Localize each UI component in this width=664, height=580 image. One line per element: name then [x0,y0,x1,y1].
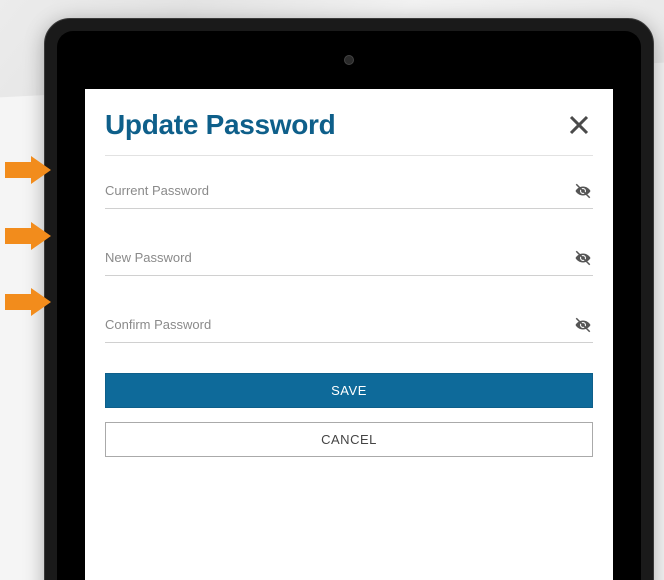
confirm-password-field [105,308,593,343]
toggle-visibility-new[interactable] [573,248,593,268]
dialog-title: Update Password [105,109,335,141]
new-password-field [105,241,593,276]
toggle-visibility-confirm[interactable] [573,315,593,335]
current-password-input[interactable] [105,183,563,198]
tablet-frame: Update Password [44,18,654,580]
current-password-field [105,174,593,209]
update-password-dialog: Update Password [85,89,613,457]
close-icon [567,113,591,137]
confirm-password-input[interactable] [105,317,563,332]
cancel-button[interactable]: CANCEL [105,422,593,457]
save-button[interactable]: SAVE [105,373,593,408]
tablet-screen: Update Password [85,89,613,580]
toggle-visibility-current[interactable] [573,181,593,201]
eye-off-icon [574,182,592,200]
annotation-arrow-2 [5,222,55,250]
eye-off-icon [574,316,592,334]
dialog-header: Update Password [105,109,593,156]
tablet-camera [344,55,354,65]
annotation-arrow-1 [5,156,55,184]
close-button[interactable] [565,111,593,139]
new-password-input[interactable] [105,250,563,265]
dialog-buttons: SAVE CANCEL [105,373,593,457]
annotation-arrow-3 [5,288,55,316]
eye-off-icon [574,249,592,267]
tablet-bezel: Update Password [57,31,641,580]
